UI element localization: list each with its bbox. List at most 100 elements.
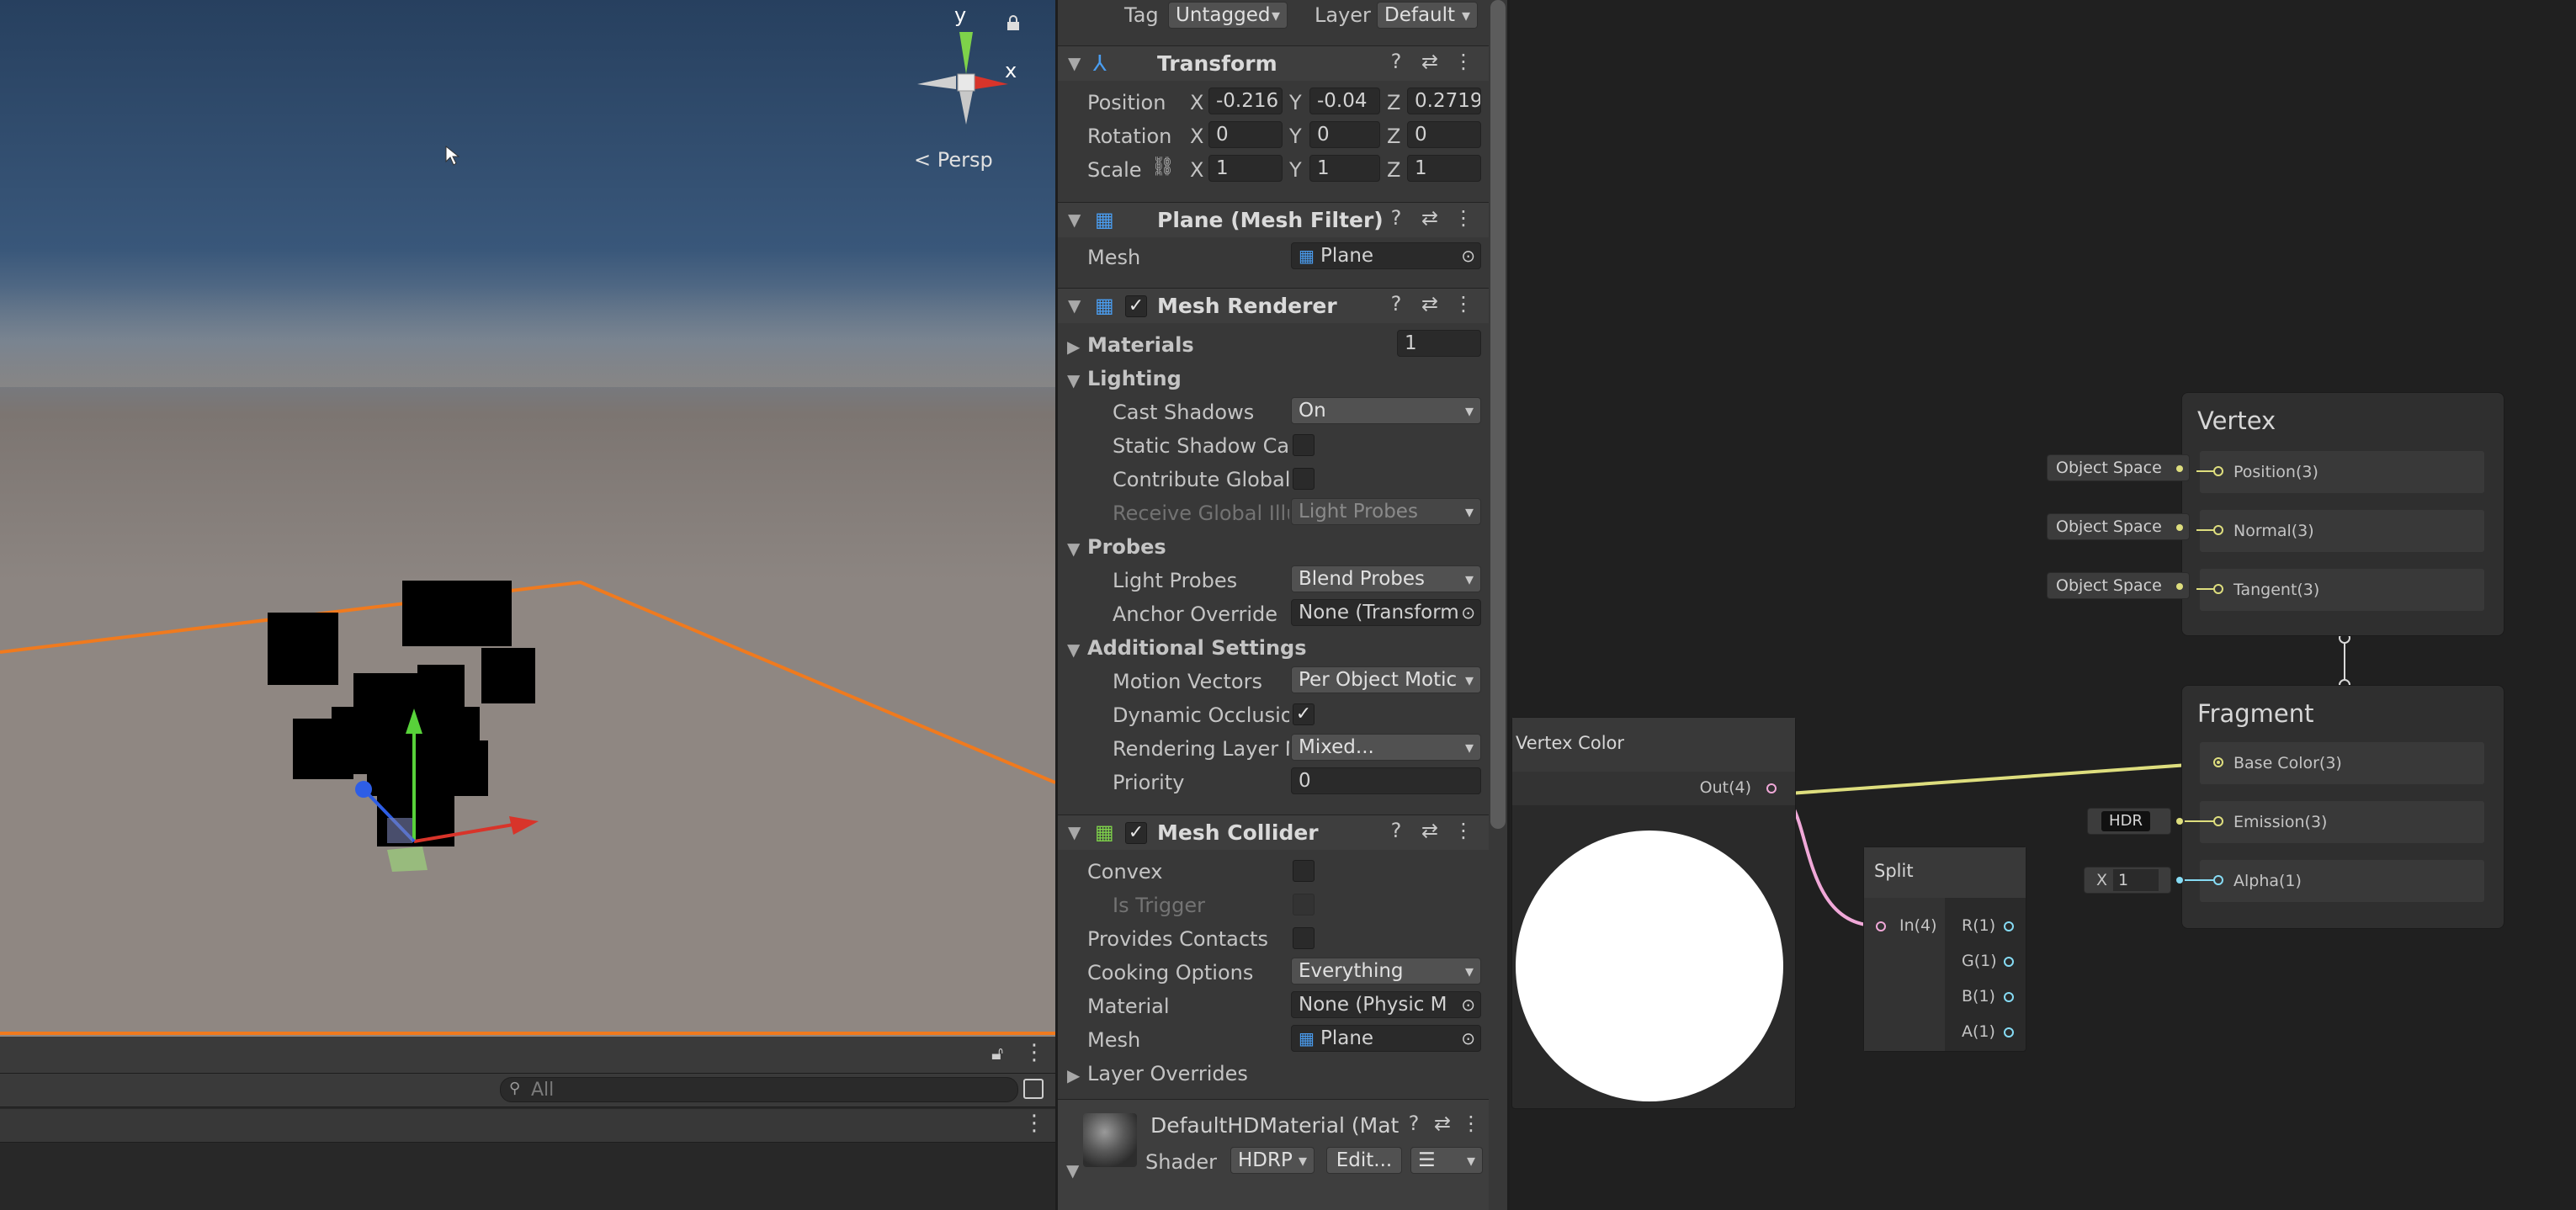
split-header[interactable]: Split [1864, 847, 2026, 898]
tangent-space-input[interactable]: Object Space [2047, 572, 2190, 599]
position-x-field[interactable]: -0.216 [1208, 88, 1283, 114]
lock-icon[interactable] [1006, 15, 1020, 30]
position-z-field[interactable]: 0.2719 [1407, 88, 1481, 114]
preset-icon[interactable]: ⇄ [1413, 50, 1447, 73]
perspective-toggle[interactable]: < Persp [914, 148, 993, 172]
more-options-icon[interactable]: ⋮ [1023, 1040, 1045, 1065]
help-icon[interactable]: ? [1379, 206, 1413, 230]
object-picker-icon[interactable]: ⊙ [1461, 992, 1475, 1017]
object-picker-icon[interactable]: ⊙ [1461, 243, 1475, 268]
preset-icon[interactable]: ⇄ [1413, 819, 1447, 842]
layer-overrides-section[interactable]: Layer Overrides [1087, 1062, 1248, 1085]
more-options-icon[interactable]: ⋮ [1447, 50, 1480, 73]
foldout-arrow-icon[interactable]: ▼ [1068, 295, 1081, 316]
convex-checkbox[interactable] [1293, 860, 1315, 882]
move-gizmo[interactable] [337, 690, 555, 892]
tangent-slot[interactable]: Tangent(3) [2200, 569, 2484, 611]
foldout-arrow-icon[interactable]: ▼ [1068, 53, 1081, 73]
normal-space-input[interactable]: Object Space [2047, 513, 2190, 540]
search-input[interactable]: ⚲ All [500, 1077, 1018, 1102]
more-options-icon[interactable]: ⋮ [1457, 1112, 1485, 1135]
probes-section[interactable]: Probes [1087, 535, 1166, 559]
cast-shadows-dropdown[interactable]: On [1291, 397, 1481, 424]
scene-view[interactable]: y x < Persp [0, 0, 1055, 1037]
r-port[interactable] [2004, 921, 2014, 931]
static-shadow-checkbox[interactable] [1293, 434, 1315, 456]
shader-options-dropdown[interactable]: ☰ [1410, 1147, 1483, 1174]
link-icon[interactable]: ⛓︎ [1151, 157, 1175, 178]
light-probes-dropdown[interactable]: Blend Probes [1291, 565, 1481, 592]
alpha-slot[interactable]: Alpha(1) [2200, 860, 2484, 902]
emission-input[interactable]: HDR [2087, 808, 2171, 835]
mesh-filter-header[interactable]: ▼ ▦ Plane (Mesh Filter) ? ⇄ ⋮ [1058, 202, 1489, 237]
base-color-slot[interactable]: Base Color(3) [2200, 742, 2484, 784]
more-options-icon[interactable]: ⋮ [1447, 292, 1480, 316]
foldout-arrow-icon[interactable]: ▼ [1066, 1160, 1079, 1181]
more-options-icon[interactable]: ⋮ [1023, 1111, 1045, 1136]
motion-vectors-dropdown[interactable]: Per Object Motic [1291, 666, 1481, 693]
lock-icon[interactable]: 🔓︎ [991, 1043, 1003, 1064]
collider-mesh-field[interactable]: ▦ Plane ⊙ [1291, 1025, 1481, 1052]
mesh-renderer-header[interactable]: ▼ ▦ ✓ Mesh Renderer ? ⇄ ⋮ [1058, 288, 1489, 323]
help-icon[interactable]: ? [1379, 292, 1413, 316]
enabled-checkbox[interactable]: ✓ [1125, 822, 1147, 844]
position-space-input[interactable]: Object Space [2047, 454, 2190, 481]
more-options-icon[interactable]: ⋮ [1447, 819, 1480, 842]
object-picker-icon[interactable]: ⊙ [1461, 1026, 1475, 1051]
layer-dropdown[interactable]: Default [1377, 2, 1478, 29]
materials-label[interactable]: Materials [1087, 333, 1194, 357]
mesh-object-field[interactable]: ▦ Plane ⊙ [1291, 242, 1481, 269]
object-picker-icon[interactable]: ⊙ [1461, 600, 1475, 625]
scale-x-field[interactable]: 1 [1208, 155, 1283, 182]
transform-header[interactable]: ▼ ⅄ Transform ? ⇄ ⋮ [1058, 45, 1489, 81]
provides-contacts-checkbox[interactable] [1293, 927, 1315, 949]
shader-dropdown[interactable]: HDRP [1230, 1147, 1315, 1174]
preset-icon[interactable]: ⇄ [1428, 1112, 1457, 1135]
position-slot[interactable]: Position(3) [2200, 451, 2484, 493]
alpha-value-field[interactable]: 1 [2113, 869, 2159, 891]
g-port[interactable] [2004, 957, 2014, 967]
mesh-collider-header[interactable]: ▼ ▦ ✓ Mesh Collider ? ⇄ ⋮ [1058, 815, 1489, 850]
scale-z-field[interactable]: 1 [1407, 155, 1481, 182]
scale-y-field[interactable]: 1 [1309, 155, 1380, 182]
foldout-arrow-icon[interactable]: ▼ [1067, 370, 1080, 390]
more-options-icon[interactable]: ⋮ [1447, 206, 1480, 230]
help-icon[interactable]: ? [1379, 50, 1413, 73]
foldout-arrow-icon[interactable]: ▶ [1067, 1065, 1080, 1085]
enabled-checkbox[interactable]: ✓ [1125, 295, 1147, 317]
priority-field[interactable]: 0 [1291, 767, 1481, 794]
foldout-arrow-icon[interactable]: ▼ [1067, 539, 1080, 559]
tag-dropdown[interactable]: Untagged [1168, 2, 1288, 29]
cooking-options-dropdown[interactable]: Everything [1291, 958, 1481, 984]
help-icon[interactable]: ? [1400, 1112, 1428, 1135]
rotation-z-field[interactable]: 0 [1407, 121, 1481, 148]
preset-icon[interactable]: ⇄ [1413, 206, 1447, 230]
out-port[interactable] [1766, 783, 1777, 793]
foldout-arrow-icon[interactable]: ▼ [1068, 822, 1081, 842]
b-port[interactable] [2004, 992, 2014, 1002]
foldout-arrow-icon[interactable]: ▶ [1067, 337, 1080, 357]
position-y-field[interactable]: -0.04 [1309, 88, 1380, 114]
vertex-color-header[interactable]: Vertex Color [1512, 718, 1795, 772]
maximize-icon[interactable] [1023, 1079, 1044, 1099]
dynamic-occlusion-checkbox[interactable]: ✓ [1293, 703, 1315, 725]
rendering-layer-dropdown[interactable]: Mixed... [1291, 734, 1481, 761]
inspector-scrollbar[interactable] [1490, 0, 1506, 829]
contribute-gi-checkbox[interactable] [1293, 468, 1315, 490]
preset-icon[interactable]: ⇄ [1413, 292, 1447, 316]
normal-slot[interactable]: Normal(3) [2200, 510, 2484, 552]
hdr-color-swatch[interactable]: HDR [2101, 811, 2150, 831]
foldout-arrow-icon[interactable]: ▼ [1068, 210, 1081, 230]
physic-material-field[interactable]: None (Physic M ⊙ [1291, 991, 1481, 1018]
vertex-color-node[interactable]: Vertex Color Out(4) [1511, 717, 1796, 1109]
split-node[interactable]: Split In(4) R(1) G(1) B(1) A(1) [1863, 846, 2026, 1052]
help-icon[interactable]: ? [1379, 819, 1413, 842]
a-port[interactable] [2004, 1027, 2014, 1038]
rotation-y-field[interactable]: 0 [1309, 121, 1380, 148]
edit-shader-button[interactable]: Edit... [1326, 1147, 1402, 1174]
additional-settings-section[interactable]: Additional Settings [1087, 636, 1307, 660]
anchor-override-field[interactable]: None (Transform ⊙ [1291, 599, 1481, 626]
rotation-x-field[interactable]: 0 [1208, 121, 1283, 148]
alpha-input[interactable]: X 1 [2084, 867, 2171, 894]
materials-count-field[interactable]: 1 [1397, 330, 1481, 357]
